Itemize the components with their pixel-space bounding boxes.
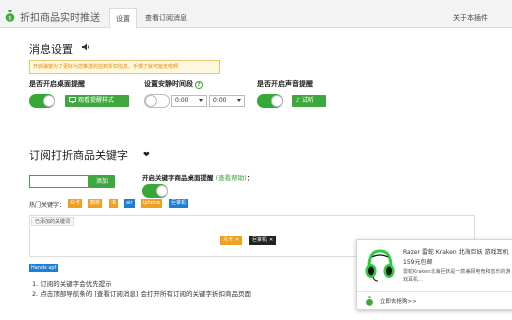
notify-section-title: 消息设置 <box>29 43 73 56</box>
hot-keyword-tag[interactable]: 巨掌机 <box>169 199 189 208</box>
chevron-down-icon <box>199 99 203 102</box>
keywords-section-title: 订阅打折商品关键字 <box>29 149 128 162</box>
quiet-time-label-text: 设置安静时间段 <box>144 80 193 88</box>
heart-icon: ❤ <box>143 150 150 159</box>
preview-style-button-label: 观看提醒样式 <box>78 97 115 104</box>
quiet-end-value: 0:00 <box>213 97 227 104</box>
headset-image <box>365 249 395 282</box>
warning-banner: 开启弹窗为了更好为您推送的拍到折扣信息，手慢了就可能无啦啊 <box>29 60 220 74</box>
keyword-desktop-toggle[interactable] <box>142 184 168 198</box>
added-keyword-chip: 巨掌机 ✕ <box>249 236 277 245</box>
svg-text:$: $ <box>8 16 11 22</box>
notification-popup[interactable]: Razer 雷蛇 Kraken 北海巨妖 游戏耳机 159元包邮 雷蛇Krake… <box>356 239 512 310</box>
note-item: 1. 订阅的关键字会优先提示 <box>32 280 112 288</box>
sound-notify-toggle[interactable] <box>257 94 283 108</box>
quiet-start-value: 0:00 <box>175 97 189 104</box>
buy-now-link[interactable]: 立即去抢购>> <box>380 297 417 305</box>
preview-style-button[interactable]: 观看提醒样式 <box>65 95 129 107</box>
music-note-icon: ♪ <box>296 97 300 104</box>
hot-keyword-tag[interactable]: 众卡 <box>68 199 83 208</box>
keyword-desktop-label-suffix: ： <box>246 174 254 182</box>
desktop-notify-toggle[interactable] <box>29 94 55 108</box>
money-bag-icon <box>366 296 373 306</box>
keyword-desktop-label: 开启关键字商品桌面提醒 (查看帮助)： <box>142 172 253 182</box>
toggle-knob <box>43 95 55 107</box>
help-icon[interactable]: ? <box>195 81 203 89</box>
divider <box>357 291 512 292</box>
popup-description: 雷蛇Kraken北海巨妖是一款兼顾电竞和音乐的游戏耳机… <box>403 269 511 283</box>
hot-keywords-label: 热门关键字： <box>29 202 66 209</box>
added-keywords-label: 已添加的关键词 <box>31 217 75 226</box>
about-link[interactable]: 关于本插件 <box>447 8 494 28</box>
toggle-knob <box>271 95 283 107</box>
quiet-time-toggle[interactable] <box>144 94 170 108</box>
added-keyword-label: 众卡 <box>223 237 234 243</box>
hot-keyword-tag[interactable]: air <box>124 199 135 208</box>
test-sound-button[interactable]: ♪ 试听 <box>292 95 326 107</box>
quiet-start-select[interactable]: 0:00 <box>171 95 207 107</box>
note-item: 2. 点击顶部导航条的 [查看订阅消息] 会打开所有订阅的关键字折扣商品页面 <box>32 290 251 298</box>
keyword-desktop-label-text: 开启关键字商品桌面提醒 <box>142 174 214 182</box>
close-icon[interactable]: ✕ <box>235 237 239 243</box>
added-keyword-label: 巨掌机 <box>252 237 268 243</box>
test-sound-button-label: 试听 <box>301 97 314 104</box>
add-keyword-button[interactable]: 添加 <box>89 175 115 188</box>
popup-title: Razer 雷蛇 Kraken 北海巨妖 游戏耳机 <box>403 249 509 256</box>
keyword-input[interactable] <box>29 175 89 188</box>
tab-subscription-messages[interactable]: 查看订阅消息 <box>139 8 193 28</box>
quiet-end-select[interactable]: 0:00 <box>209 95 245 107</box>
hot-keyword-tag[interactable]: iphone <box>141 199 163 208</box>
hot-keyword-tag[interactable]: 书 <box>109 199 119 208</box>
added-keyword-chip: 众卡 ✕ <box>220 236 243 245</box>
app-title: 折扣商品实时推送 <box>20 13 100 24</box>
money-bag-icon: $ <box>5 10 15 22</box>
sound-notify-label: 是否开启声音提醒 <box>257 80 313 88</box>
desktop-notify-label: 是否开启桌面提醒 <box>29 80 85 88</box>
monitor-icon <box>69 97 76 103</box>
help-link[interactable]: (查看帮助) <box>216 174 247 182</box>
hot-keyword-tag[interactable]: 鹊桥 <box>88 199 103 208</box>
speaker-icon <box>82 43 90 51</box>
toggle-knob <box>145 95 157 107</box>
toggle-knob <box>156 185 168 197</box>
popup-price: 159元包邮 <box>403 259 433 266</box>
close-icon[interactable]: ✕ <box>269 237 273 243</box>
tab-settings[interactable]: 设置 <box>109 8 137 29</box>
keyword-tag[interactable]: Hands apf <box>29 264 59 272</box>
chevron-down-icon <box>237 99 241 102</box>
top-navbar: $ 折扣商品实时推送 设置 查看订阅消息 关于本插件 <box>0 0 512 29</box>
quiet-time-label: 设置安静时间段? <box>144 79 203 89</box>
